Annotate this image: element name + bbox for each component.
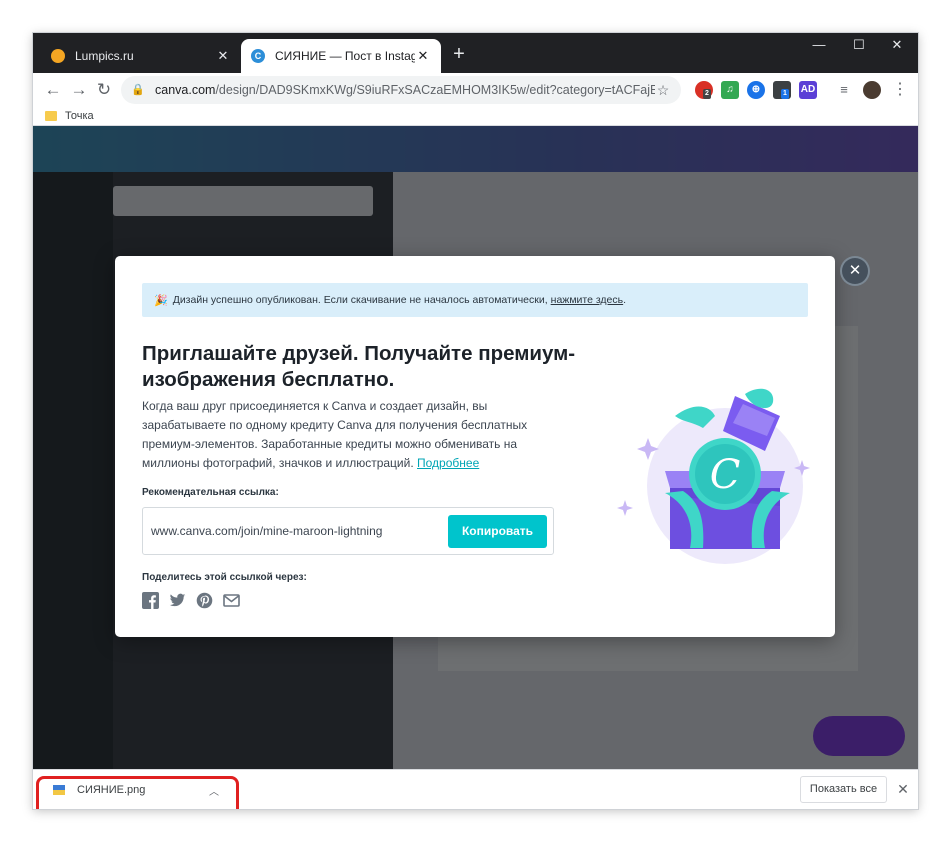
lumpics-favicon-icon — [51, 49, 65, 63]
notice-end: . — [623, 294, 627, 306]
show-all-button[interactable]: Показать все — [800, 776, 887, 803]
invite-friends-modal: 🎉 Дизайн успешно опубликован. Если скачи… — [115, 256, 835, 637]
modal-heading: Приглашайте друзей. Получайте премиум-из… — [142, 342, 576, 391]
share-icons — [142, 592, 240, 609]
referral-url[interactable]: www.canva.com/join/mine-maroon-lightning — [151, 524, 382, 538]
reading-list-icon[interactable]: ≡ — [835, 81, 853, 99]
modal-description: Когда ваш друг присоединяется к Canva и … — [142, 397, 542, 473]
publish-notice: 🎉 Дизайн успешно опубликован. Если скачи… — [142, 283, 808, 317]
tab-title: СИЯНИЕ — Пост в Instagram — [275, 49, 415, 63]
extension-badge: 2 — [703, 89, 711, 99]
copy-button[interactable]: Копировать — [448, 515, 547, 548]
close-window-button[interactable]: ✕ — [875, 33, 918, 61]
bookmark-label: Точка — [65, 110, 94, 122]
forward-arrow-icon[interactable]: → — [67, 78, 91, 102]
url-path: /design/DAD9SKmxKWg/S9iuRFxSACzaEMHOM3IK… — [215, 83, 655, 97]
tab-close-icon[interactable]: ✕ — [415, 48, 431, 64]
tab-strip: Lumpics.ru ✕ C СИЯНИЕ — Пост в Instagram… — [33, 33, 918, 73]
menu-dots-icon[interactable]: ⋮ — [891, 79, 909, 101]
bookmark-star-icon[interactable]: ☆ — [655, 82, 671, 99]
extension-red-icon[interactable]: 2 — [695, 81, 713, 99]
new-tab-button[interactable]: + — [447, 43, 471, 67]
pinterest-icon[interactable] — [196, 592, 213, 609]
address-bar[interactable]: 🔒 canva.com /design/DAD9SKmxKWg/S9iuRFxS… — [121, 76, 681, 104]
twitter-icon[interactable] — [169, 592, 186, 609]
download-bar: СИЯНИЕ.png ︿ Показать все ✕ — [33, 769, 918, 809]
canva-logo-letter: C — [710, 452, 741, 498]
modal-close-button[interactable]: ✕ — [842, 258, 868, 284]
extension-ad-icon[interactable]: AD — [799, 81, 817, 99]
notice-text: Дизайн успешно опубликован. Если скачива… — [172, 294, 548, 306]
download-item[interactable]: СИЯНИЕ.png ︿ — [36, 776, 239, 809]
referral-link-field[interactable]: www.canva.com/join/mine-maroon-lightning… — [142, 507, 554, 555]
bookmark-item[interactable]: Точка — [45, 107, 94, 125]
tab-title: Lumpics.ru — [75, 49, 134, 63]
tab-canva[interactable]: C СИЯНИЕ — Пост в Instagram ✕ — [241, 39, 441, 73]
profile-avatar[interactable] — [863, 81, 881, 99]
reload-icon[interactable]: ↻ — [92, 78, 116, 102]
canva-favicon-icon: C — [251, 49, 265, 63]
facebook-icon[interactable] — [142, 592, 159, 609]
more-link[interactable]: Подробнее — [417, 456, 479, 470]
extension-badge: 1 — [781, 89, 789, 99]
browser-window: Lumpics.ru ✕ C СИЯНИЕ — Пост в Instagram… — [33, 33, 918, 809]
extension-globe-icon[interactable]: ⊕ — [747, 81, 765, 99]
tab-close-icon[interactable]: ✕ — [215, 48, 231, 64]
back-arrow-icon[interactable]: ← — [41, 78, 65, 102]
extension-music-icon[interactable]: ♫ — [721, 81, 739, 99]
share-label: Поделитесь этой ссылкой через: — [142, 572, 307, 583]
extension-box-icon[interactable]: 1 — [773, 81, 791, 99]
download-bar-close-icon[interactable]: ✕ — [893, 779, 913, 799]
download-here-link[interactable]: нажмите здесь — [551, 294, 623, 306]
referral-label: Рекомендательная ссылка: — [142, 487, 279, 498]
gift-box-illustration: C — [615, 376, 815, 576]
browser-toolbar: ← → ↻ 🔒 canva.com /design/DAD9SKmxKWg/S9… — [33, 73, 918, 107]
highlight-annotation — [36, 776, 239, 809]
minimize-button[interactable]: — — [797, 33, 841, 61]
email-icon[interactable] — [223, 592, 240, 609]
bookmarks-bar: Точка — [33, 107, 918, 126]
tab-lumpics[interactable]: Lumpics.ru ✕ — [41, 39, 241, 73]
lock-icon: 🔒 — [131, 84, 145, 96]
folder-icon — [45, 111, 57, 121]
url-host: canva.com — [155, 83, 216, 97]
party-popper-icon: 🎉 — [154, 294, 168, 307]
